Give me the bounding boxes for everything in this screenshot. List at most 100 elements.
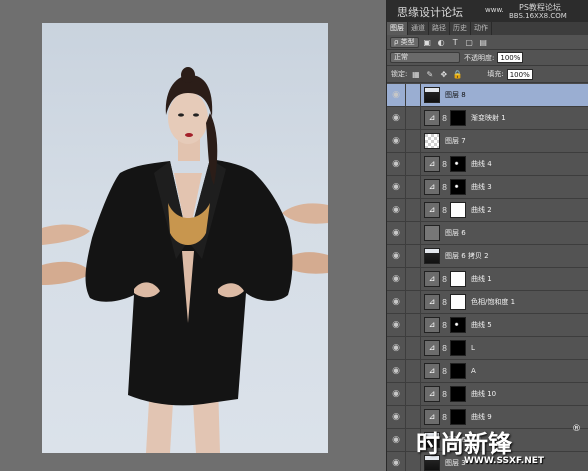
adjustment-layer-icon[interactable]: ⊿ [424,340,440,356]
layer-thumbnail[interactable] [424,225,440,241]
adjustment-layer-icon[interactable]: ⊿ [424,294,440,310]
tab-history[interactable]: 历史 [450,22,471,35]
layer-row[interactable]: ◉ ⊿ 8 色相/饱和度 1 [387,290,588,314]
layer-name[interactable]: 曲线 3 [471,182,492,192]
layer-mask-thumbnail[interactable] [450,409,466,425]
layer-name[interactable]: 图层 8 [445,90,466,100]
layer-row[interactable]: ◉ ⊿ 8 曲线 5 [387,313,588,337]
layer-mask-thumbnail[interactable] [450,363,466,379]
layer-mask-thumbnail[interactable] [450,386,466,402]
pixel-filter-icon[interactable]: ▣ [422,37,433,48]
opacity-input[interactable]: 100% [497,52,524,63]
chain-link-icon[interactable]: 8 [442,298,450,307]
layer-thumbnail[interactable] [424,248,440,264]
layer-name[interactable]: 曲线 4 [471,159,492,169]
visibility-eye-icon[interactable]: ◉ [389,366,403,376]
chain-link-icon[interactable]: 8 [442,206,450,215]
visibility-eye-icon[interactable]: ◉ [389,435,403,445]
adjustment-filter-icon[interactable]: ◐ [436,37,447,48]
adjustment-layer-icon[interactable]: ⊿ [424,363,440,379]
layer-name[interactable]: L [471,344,475,352]
visibility-eye-icon[interactable]: ◉ [389,297,403,307]
layer-mask-thumbnail[interactable] [450,202,466,218]
visibility-eye-icon[interactable]: ◉ [389,412,403,422]
lock-position-icon[interactable]: ✥ [438,69,449,80]
layer-name[interactable]: 曲线 5 [471,320,492,330]
fill-input[interactable]: 100% [506,68,533,80]
adjustment-layer-icon[interactable]: ⊿ [424,156,440,172]
chain-link-icon[interactable]: 8 [442,275,450,284]
layer-row[interactable]: ◉ ⊿ 8 曲线 1 [387,267,588,291]
layer-name[interactable]: 渐变映射 1 [471,113,506,123]
chain-link-icon[interactable]: 8 [442,367,450,376]
visibility-eye-icon[interactable]: ◉ [389,320,403,330]
layer-name[interactable]: 曲线 2 [471,205,492,215]
visibility-eye-icon[interactable]: ◉ [389,251,403,261]
smart-filter-icon[interactable]: ▤ [478,37,489,48]
adjustment-layer-icon[interactable]: ⊿ [424,409,440,425]
layer-thumbnail[interactable] [424,133,440,149]
visibility-eye-icon[interactable]: ◉ [389,343,403,353]
adjustment-layer-icon[interactable]: ⊿ [424,317,440,333]
layer-name[interactable]: 图层 6 [445,228,466,238]
type-filter-icon[interactable]: T [450,37,461,48]
adjustment-layer-icon[interactable]: ⊿ [424,110,440,126]
visibility-eye-icon[interactable]: ◉ [389,136,403,146]
chain-link-icon[interactable]: 8 [442,321,450,330]
chain-link-icon[interactable]: 8 [442,344,450,353]
layer-mask-thumbnail[interactable] [450,340,466,356]
blend-mode-dropdown[interactable]: 正常 [390,52,460,63]
layer-name[interactable]: 曲线 1 [471,274,492,284]
layer-mask-thumbnail[interactable] [450,179,466,195]
layer-row[interactable]: ◉ ⊿ 8 曲线 2 [387,198,588,222]
adjustment-layer-icon[interactable]: ⊿ [424,271,440,287]
visibility-eye-icon[interactable]: ◉ [389,274,403,284]
visibility-eye-icon[interactable]: ◉ [389,458,403,468]
layer-row[interactable]: ◉ 图层 6 [387,221,588,245]
visibility-eye-icon[interactable]: ◉ [389,182,403,192]
layer-mask-thumbnail[interactable] [450,156,466,172]
lock-all-icon[interactable]: 🔒 [452,69,463,80]
visibility-eye-icon[interactable]: ◉ [389,228,403,238]
layer-thumbnail[interactable] [424,87,440,103]
chain-link-icon[interactable]: 8 [442,183,450,192]
layer-mask-thumbnail[interactable] [450,294,466,310]
layer-row[interactable]: ◉ ⊿ 8 曲线 3 [387,175,588,199]
layer-mask-thumbnail[interactable] [450,317,466,333]
tab-channels[interactable]: 通道 [408,22,429,35]
shape-filter-icon[interactable]: ▢ [464,37,475,48]
visibility-eye-icon[interactable]: ◉ [389,205,403,215]
layer-name[interactable]: 色相/饱和度 1 [471,297,515,307]
layer-name[interactable]: 曲线 9 [471,412,492,422]
layer-row[interactable]: ◉ ⊿ 8 L [387,336,588,360]
layer-row[interactable]: ◉ ⊿ 8 曲线 4 [387,152,588,176]
adjustment-layer-icon[interactable]: ⊿ [424,386,440,402]
layer-name[interactable]: 曲线 10 [471,389,496,399]
layer-row[interactable]: ◉ ⊿ 8 渐变映射 1 [387,106,588,130]
chain-link-icon[interactable]: 8 [442,413,450,422]
layer-row[interactable]: ◉ ⊿ 8 A [387,359,588,383]
layer-mask-thumbnail[interactable] [450,110,466,126]
layer-row[interactable]: ◉ 图层 7 [387,129,588,153]
tab-paths[interactable]: 路径 [429,22,450,35]
chain-link-icon[interactable]: 8 [442,114,450,123]
lock-transparent-icon[interactable]: ▦ [410,69,421,80]
tab-actions[interactable]: 动作 [471,22,492,35]
lock-image-icon[interactable]: ✎ [424,69,435,80]
layer-mask-thumbnail[interactable] [450,271,466,287]
layer-name[interactable]: 图层 7 [445,136,466,146]
layer-row[interactable]: ◉ ⊿ 8 曲线 10 [387,382,588,406]
chain-link-icon[interactable]: 8 [442,390,450,399]
layer-row[interactable]: ◉ 图层 8 [387,83,588,107]
visibility-eye-icon[interactable]: ◉ [389,389,403,399]
adjustment-layer-icon[interactable]: ⊿ [424,202,440,218]
visibility-eye-icon[interactable]: ◉ [389,113,403,123]
chain-link-icon[interactable]: 8 [442,160,450,169]
visibility-eye-icon[interactable]: ◉ [389,159,403,169]
adjustment-layer-icon[interactable]: ⊿ [424,179,440,195]
visibility-eye-icon[interactable]: ◉ [389,90,403,100]
layer-name[interactable]: A [471,367,476,375]
canvas-area[interactable] [0,0,386,471]
tab-layers[interactable]: 图层 [387,22,408,35]
filter-type-dropdown[interactable]: ρ 类型 [390,36,419,48]
